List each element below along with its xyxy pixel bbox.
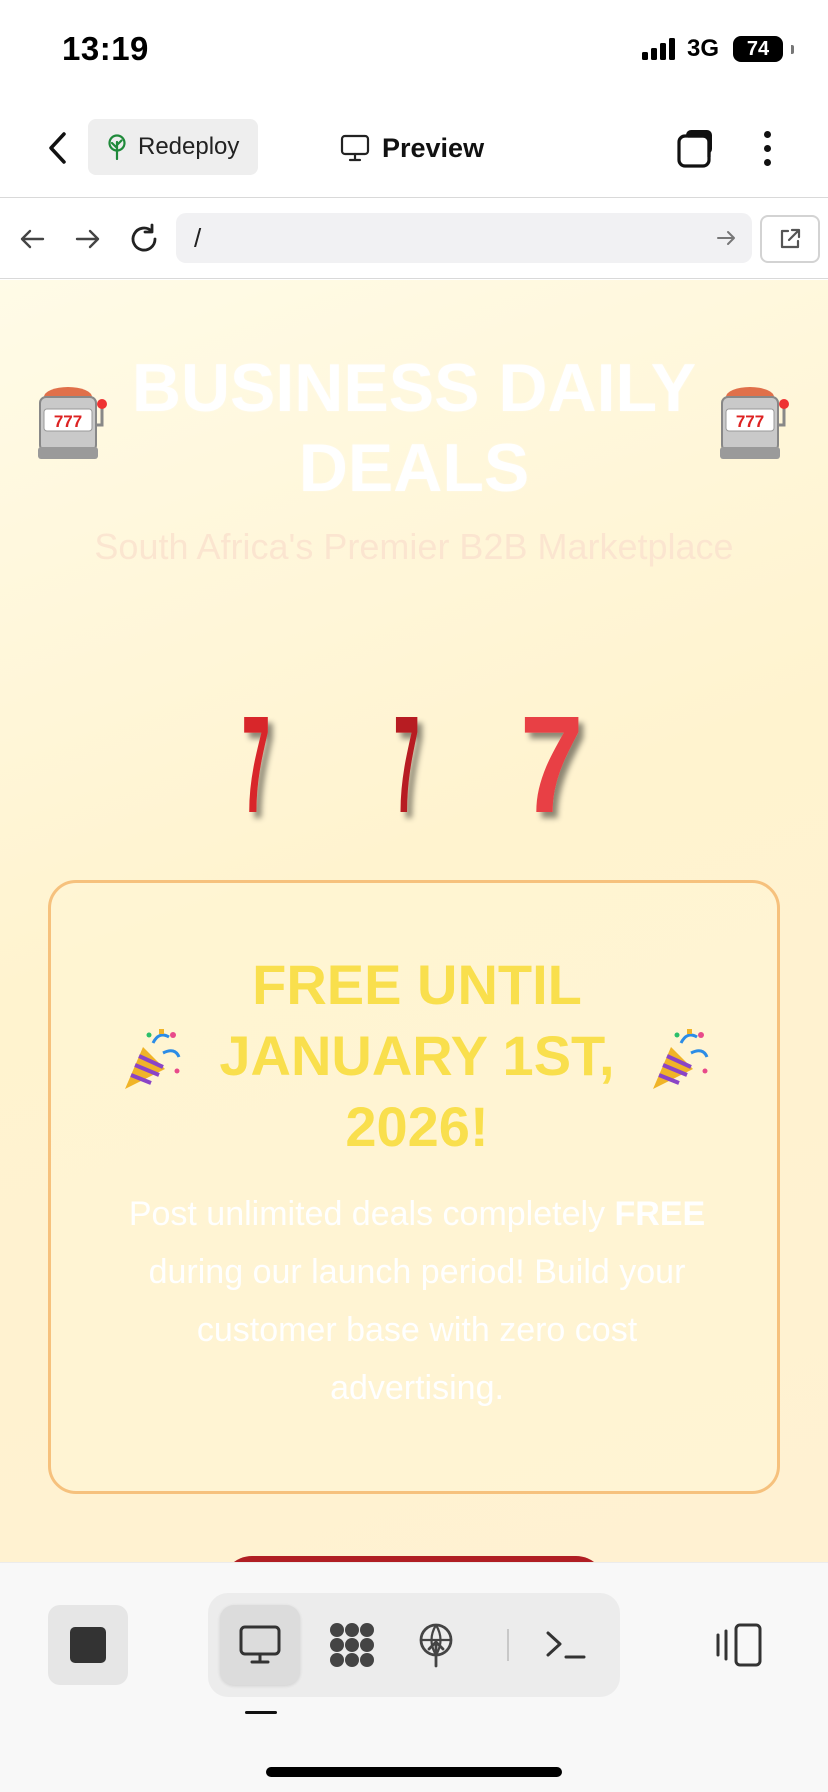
status-indicators: 3G 74 (641, 34, 794, 64)
promo-body-prefix: Post unlimited deals completely (128, 1195, 606, 1233)
preview-title: Preview (340, 126, 484, 170)
slot-machine-icon: 777 (38, 387, 107, 459)
deploy-tree-icon (419, 1623, 453, 1668)
signal-icon (641, 38, 675, 60)
panel-toggle-button[interactable] (714, 1621, 766, 1669)
status-bar: 13:19 3G 74 (0, 0, 828, 100)
monitor-icon (340, 134, 370, 162)
svg-text:777: 777 (54, 412, 82, 431)
svg-text:777: 777 (736, 412, 764, 431)
slot-sevens: 7 7 7 (242, 700, 583, 830)
redeploy-button[interactable]: Redeploy (88, 119, 258, 175)
redeploy-label: Redeploy (138, 133, 240, 160)
stop-icon (70, 1627, 106, 1663)
slot-digit: 7 (242, 700, 270, 830)
preview-tab[interactable] (220, 1605, 300, 1685)
slot-digit: 7 (394, 700, 419, 830)
reload-icon (131, 223, 157, 252)
reload-button[interactable] (124, 219, 164, 259)
promo-heading: FREE UNTIL JANUARY 1ST, 2026! (219, 953, 615, 1158)
page-subtitle: South Africa's Premier B2B Marketplace (94, 526, 734, 567)
promo-body-bold: FREE (614, 1195, 706, 1233)
more-vertical-icon (763, 130, 771, 138)
url-input[interactable]: / (176, 213, 752, 263)
more-options-button[interactable] (752, 126, 782, 170)
terminal-tab[interactable] (526, 1605, 606, 1685)
url-value: / (194, 222, 202, 253)
bottom-toolbar (0, 1562, 828, 1792)
panel-toggle-icon (716, 1623, 762, 1667)
preview-label: Preview (382, 132, 485, 163)
tabs-icon (677, 130, 712, 168)
deploy-tree-icon (108, 134, 126, 160)
terminal-icon (546, 1631, 586, 1659)
open-external-button[interactable] (760, 215, 820, 263)
slot-digit: 7 (520, 700, 583, 830)
battery-icon: 74 (733, 36, 783, 62)
monitor-icon (239, 1625, 281, 1664)
page-title: BUSINESS DAILY DEALS (131, 350, 697, 506)
external-link-icon (780, 228, 801, 249)
deploy-tab[interactable] (396, 1605, 476, 1685)
status-time: 13:19 (62, 30, 149, 67)
stop-button[interactable] (48, 1605, 128, 1685)
components-icon (330, 1623, 374, 1667)
party-popper-icon (653, 1029, 709, 1089)
promo-body: Post unlimited deals completely FREE dur… (117, 1185, 717, 1417)
battery-tip (791, 44, 794, 54)
browser-bar: / (0, 199, 828, 279)
chevron-left-icon (49, 132, 66, 164)
network-type: 3G (686, 35, 719, 62)
view-switcher (208, 1593, 620, 1697)
party-popper-icon (125, 1029, 181, 1089)
nav-back-button[interactable] (12, 219, 52, 259)
promo-body-suffix: during our launch period! Build your cus… (148, 1253, 686, 1407)
components-tab[interactable] (312, 1605, 392, 1685)
arrow-left-icon (20, 229, 45, 249)
arrow-right-icon (75, 229, 100, 249)
toolbar-divider (507, 1629, 509, 1661)
battery-level: 74 (746, 37, 770, 60)
nav-forward-button[interactable] (68, 219, 108, 259)
go-arrow-icon[interactable] (712, 224, 740, 252)
home-indicator (266, 1767, 562, 1777)
back-button[interactable] (36, 126, 80, 170)
app-header: Redeploy Preview (0, 100, 828, 198)
slot-machine-icon: 777 (720, 387, 789, 459)
promo-card: FREE UNTIL JANUARY 1ST, 2026! Post unlim… (48, 880, 780, 1494)
tabs-button[interactable] (674, 126, 718, 170)
active-tab-indicator (245, 1711, 277, 1714)
webpage-preview[interactable]: 777 777 BUSINESS DAILY DEALS South Afric… (0, 280, 828, 1562)
